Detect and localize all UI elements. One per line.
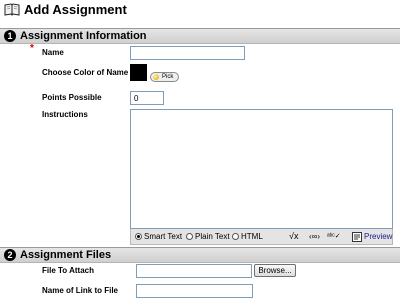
name-input[interactable]: [130, 46, 245, 60]
file-input[interactable]: [136, 264, 252, 278]
section-title: Assignment Information: [20, 30, 147, 42]
instructions-textarea[interactable]: [130, 109, 393, 229]
points-input[interactable]: [130, 91, 164, 105]
step-number-1: 1: [4, 30, 16, 42]
step-number-2: 2: [4, 249, 16, 261]
pick-label: Pick: [162, 74, 174, 80]
math-icon[interactable]: √x: [289, 231, 298, 242]
spellcheck-icon[interactable]: ᵃᵇᶜ✓: [327, 231, 341, 242]
book-icon: [4, 3, 20, 16]
smart-text-label: Smart Text: [144, 232, 183, 241]
name-label: Name: [42, 48, 64, 57]
link-name-input[interactable]: [136, 284, 253, 298]
smart-text-radio[interactable]: [135, 233, 142, 240]
color-picker-icon: [153, 74, 159, 80]
link-name-label: Name of Link to File: [42, 286, 119, 295]
plain-text-label: Plain Text: [195, 232, 230, 241]
color-swatch: [130, 64, 147, 81]
preview-link[interactable]: Preview: [364, 232, 392, 241]
required-marker: *: [30, 43, 34, 54]
editor-toolbar: Smart Text Plain Text HTML √x ‹∞› ᵃᵇᶜ✓ P…: [130, 229, 393, 245]
link-icon[interactable]: ‹∞›: [309, 231, 320, 242]
points-label: Points Possible: [42, 93, 102, 102]
pick-color-button[interactable]: Pick: [150, 72, 179, 82]
section-title: Assignment Files: [20, 249, 112, 261]
section-header-assignment-information: 1 Assignment Information: [0, 28, 400, 44]
html-radio[interactable]: [232, 233, 239, 240]
page-title: Add Assignment: [24, 2, 127, 17]
instructions-label: Instructions: [42, 110, 88, 119]
html-label: HTML: [241, 232, 263, 241]
plain-text-radio[interactable]: [186, 233, 193, 240]
color-label: Choose Color of Name: [42, 68, 129, 77]
preview-icon[interactable]: [352, 232, 362, 242]
file-label: File To Attach: [42, 266, 94, 275]
browse-button[interactable]: Browse...: [254, 264, 296, 277]
section-header-assignment-files: 2 Assignment Files: [0, 247, 400, 263]
